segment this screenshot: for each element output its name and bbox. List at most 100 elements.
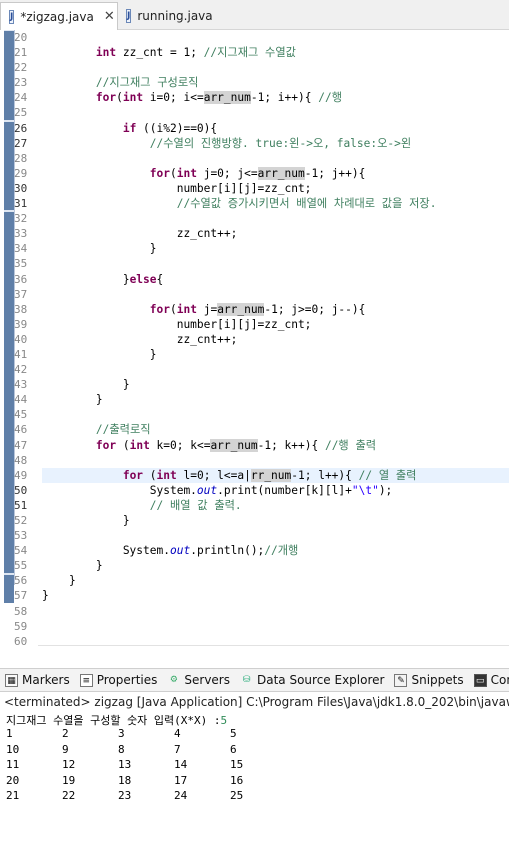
code-line[interactable] xyxy=(42,287,509,302)
code-line[interactable]: System.out.println();//개행 xyxy=(42,543,509,558)
console-value: 25 xyxy=(230,789,244,802)
code-line[interactable]: System.out.print(number[k][l]+"\t"); xyxy=(42,483,509,498)
line-number: 49 xyxy=(14,468,28,482)
code-line[interactable]: for(int j=arr_num-1; j>=0; j--){ xyxy=(42,302,509,317)
view-tab-bar: ▦ Markers ≡ Properties ⚙ Servers ⛁ Data … xyxy=(0,668,509,692)
code-line[interactable] xyxy=(42,211,509,226)
console-value: 6 xyxy=(230,742,237,756)
code-line[interactable]: } xyxy=(42,588,509,603)
tab-snippets[interactable]: ✎ Snippets xyxy=(389,673,468,687)
console-value: 11 xyxy=(6,758,20,771)
code-editor[interactable]: 20 21 22 23 24 25 26 27 28 29 30 31 32 33 34 35 36 37 38 39… xyxy=(0,30,509,647)
change-marker xyxy=(4,121,14,211)
horizontal-scrollbar[interactable]: ◀ xyxy=(38,645,509,647)
code-line[interactable]: } xyxy=(42,347,509,362)
code-line[interactable]: for(int j=0; j<=arr_num-1; j++){ xyxy=(42,166,509,181)
line-number: 41 xyxy=(14,347,28,361)
code-line[interactable]: for(int i=0; i<=arr_num-1; i++){ //행 xyxy=(42,90,509,105)
code-line[interactable]: //지그재그 구성로직 xyxy=(42,75,509,90)
code-line[interactable] xyxy=(42,30,509,45)
code-line[interactable]: zz_cnt++; xyxy=(42,332,509,347)
console-value: 18 xyxy=(118,773,132,787)
code-line[interactable] xyxy=(42,256,509,271)
line-number: 32 xyxy=(14,212,28,226)
tab-properties[interactable]: ≡ Properties xyxy=(75,673,163,687)
code-line[interactable] xyxy=(42,619,509,634)
code-line[interactable]: } xyxy=(42,241,509,256)
tab-data-source-explorer[interactable]: ⛁ Data Source Explorer xyxy=(235,673,389,687)
line-number: 35 xyxy=(14,257,28,271)
line-number: 43 xyxy=(14,378,28,392)
tab-console[interactable]: ▭ Console xyxy=(469,673,509,687)
code-line[interactable]: number[i][j]=zz_cnt; xyxy=(42,317,509,332)
line-number: 56 xyxy=(14,574,28,588)
tab-running-java[interactable]: J running.java xyxy=(118,2,218,30)
console-value: 20 xyxy=(6,773,20,787)
line-number: 27 xyxy=(14,136,28,150)
tab-markers[interactable]: ▦ Markers xyxy=(0,673,75,687)
code-line[interactable]: zz_cnt++; xyxy=(42,226,509,241)
console-value: 17 xyxy=(174,773,188,787)
line-number: 45 xyxy=(14,408,28,422)
code-line[interactable]: //수열의 진행방향. true:왼->오, false:오->왼 xyxy=(42,136,509,151)
tab-servers[interactable]: ⚙ Servers xyxy=(162,673,235,687)
line-number: 23 xyxy=(14,76,28,90)
code-line[interactable] xyxy=(42,151,509,166)
line-number: 58 xyxy=(14,604,28,618)
code-line[interactable] xyxy=(42,105,509,120)
console-icon: ▭ xyxy=(473,673,487,687)
code-line[interactable]: //출력로직 xyxy=(42,422,509,437)
console-value: 8 xyxy=(118,742,125,756)
tab-label: Properties xyxy=(96,673,158,687)
code-line[interactable]: number[i][j]=zz_cnt; xyxy=(42,181,509,196)
code-line[interactable]: for (int l=0; l<=a|rr_num-1; l++){ // 열 … xyxy=(42,467,509,483)
console-value: 23 xyxy=(118,789,132,802)
code-area[interactable]: int zz_cnt = 1; //지그재그 수열값 //지그재그 구성로직 f… xyxy=(42,30,509,647)
console-value: 15 xyxy=(230,758,244,771)
tab-label: Data Source Explorer xyxy=(257,673,385,687)
code-line[interactable]: } xyxy=(42,558,509,573)
console-value: 16 xyxy=(230,773,244,787)
tab-zigzag-java[interactable]: J *zigzag.java ✕ xyxy=(0,2,118,30)
data-source-icon: ⛁ xyxy=(242,674,251,685)
tab-label: *zigzag.java xyxy=(20,9,94,24)
code-line[interactable] xyxy=(42,528,509,543)
code-line[interactable]: //수열값 증가시키면서 배열에 차례대로 값을 저장. xyxy=(42,196,509,211)
code-line[interactable]: // 배열 값 출력. xyxy=(42,498,509,513)
java-file-icon: J xyxy=(9,9,15,24)
code-line[interactable]: } xyxy=(42,573,509,588)
line-number: 40 xyxy=(14,332,28,346)
code-line[interactable] xyxy=(42,453,509,468)
console-output[interactable]: 지그재그 수열을 구성할 숫자 입력(X*X) :5 1 2 3 4 5 10 9 8 7 6 11… xyxy=(0,712,509,845)
line-number: 29 xyxy=(14,166,28,180)
line-number: 42 xyxy=(14,363,28,377)
code-line[interactable] xyxy=(42,60,509,75)
code-line[interactable]: for (int k=0; k<=arr_num-1; k++){ //행 출력 xyxy=(42,438,509,453)
console-value: 3 xyxy=(118,727,125,740)
console-value: 9 xyxy=(62,742,69,756)
console-value: 7 xyxy=(174,742,181,756)
line-number: 44 xyxy=(14,393,28,407)
tab-label: Servers xyxy=(184,673,230,687)
tab-label: Snippets xyxy=(411,673,464,687)
tab-label: Console xyxy=(490,673,509,687)
line-number: 48 xyxy=(14,453,28,467)
line-number: 37 xyxy=(14,287,28,301)
line-number: 26 xyxy=(14,121,28,135)
code-line[interactable]: if ((i%2)==0){ xyxy=(42,121,509,136)
console-value: 5 xyxy=(230,727,237,740)
code-line[interactable] xyxy=(42,407,509,422)
code-line[interactable] xyxy=(42,604,509,619)
line-number: 50 xyxy=(14,483,28,497)
console-value: 4 xyxy=(174,727,181,740)
java-file-icon: J xyxy=(126,9,132,23)
code-line[interactable] xyxy=(42,362,509,377)
line-number: 24 xyxy=(14,91,28,105)
close-icon[interactable]: ✕ xyxy=(104,9,115,24)
code-line[interactable]: } xyxy=(42,377,509,392)
code-line[interactable]: }else{ xyxy=(42,272,509,287)
code-line[interactable]: } xyxy=(42,513,509,528)
line-number: 31 xyxy=(14,197,28,211)
code-line[interactable]: } xyxy=(42,392,509,407)
code-line[interactable]: int zz_cnt = 1; //지그재그 수열값 xyxy=(42,45,509,60)
